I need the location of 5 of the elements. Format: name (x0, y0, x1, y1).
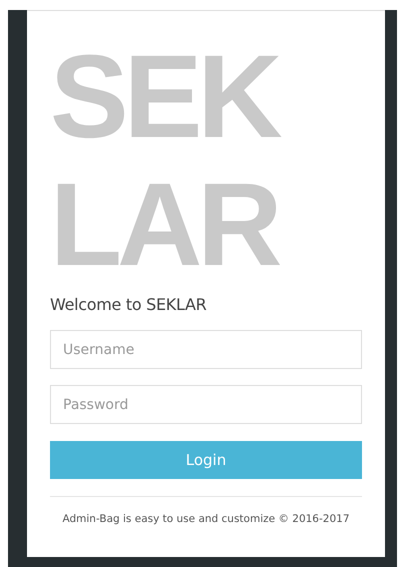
password-field[interactable]: Password (50, 385, 362, 424)
footer-text: Admin-Bag is easy to use and customize © 2016-2017 (61, 513, 351, 525)
login-button[interactable]: Login (50, 441, 362, 479)
username-field[interactable]: Username (50, 330, 362, 369)
welcome-heading: Welcome to SEKLAR (50, 295, 208, 314)
